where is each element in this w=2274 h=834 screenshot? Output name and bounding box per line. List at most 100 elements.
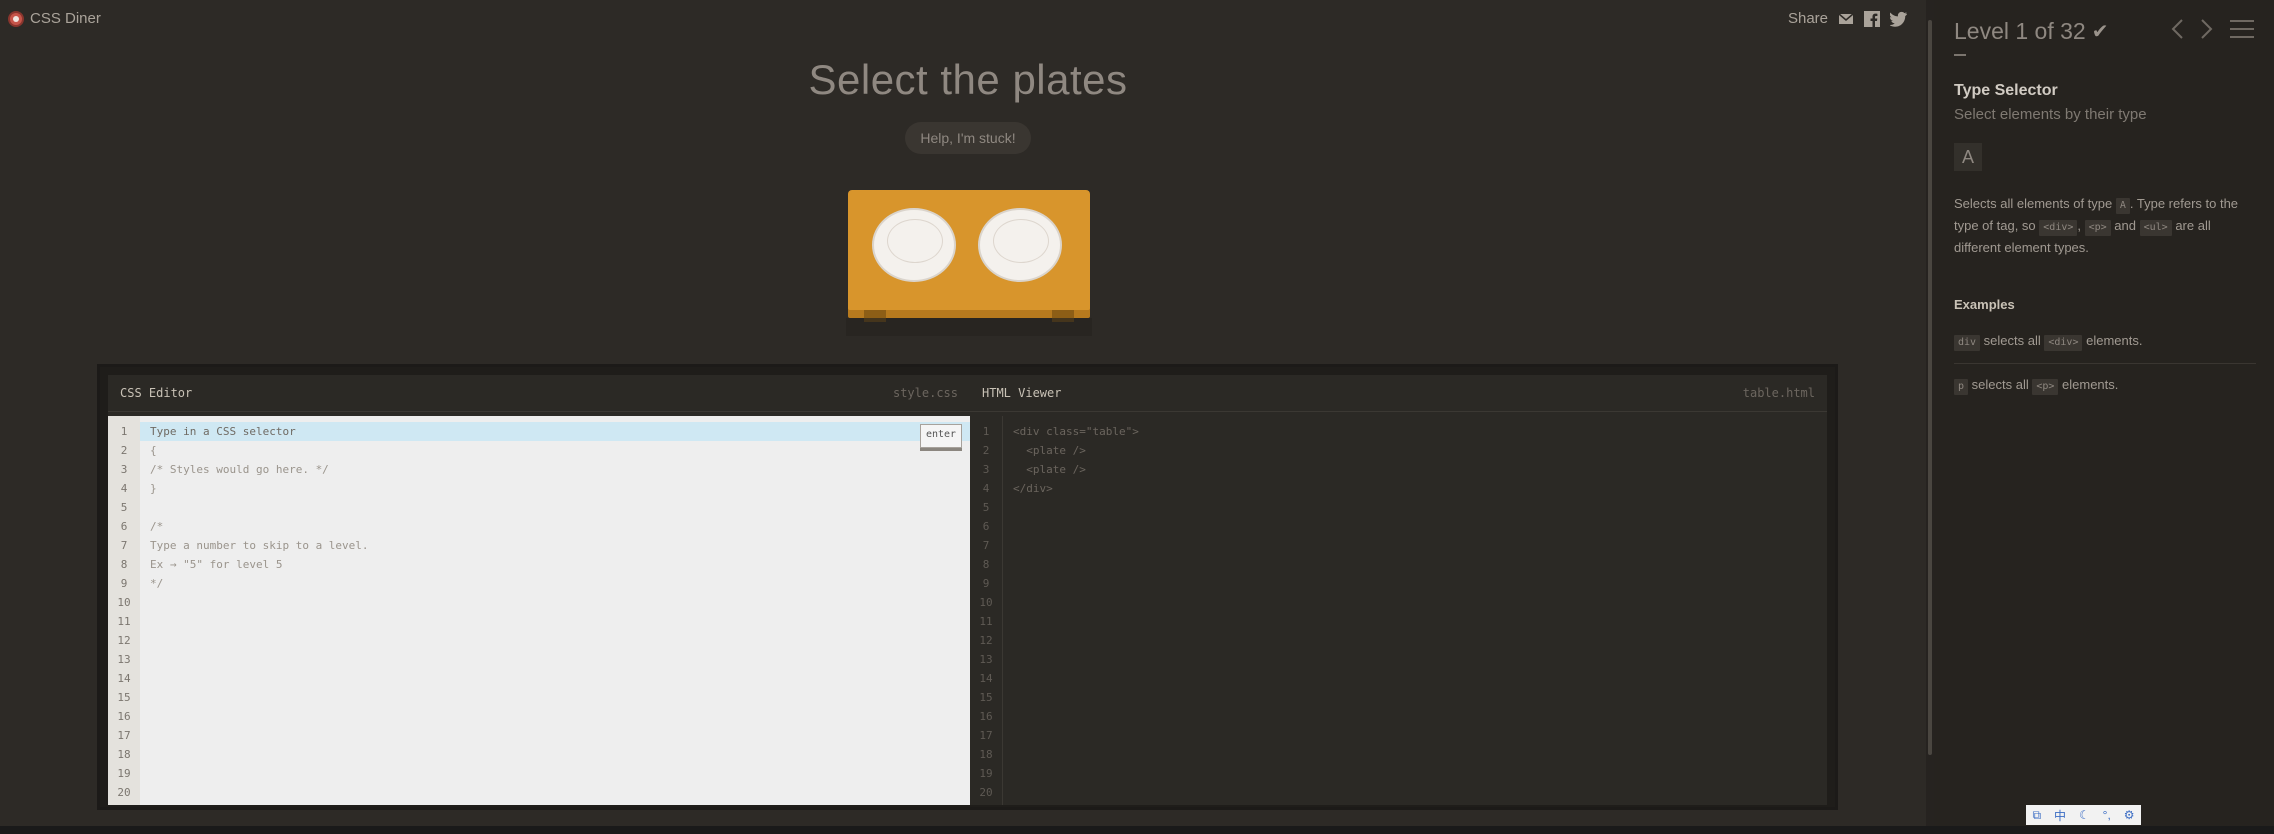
desc-tag: <div> [2039, 220, 2078, 236]
line-number: 13 [117, 653, 131, 666]
example-tag: <div> [2044, 335, 2083, 351]
level-instruction: Select the plates [808, 56, 1128, 103]
line-number: 4 [982, 482, 990, 495]
table-shadow [846, 318, 1092, 336]
line-number: 20 [117, 786, 131, 799]
twitter-icon[interactable] [1889, 11, 1907, 27]
code-line: { [150, 444, 157, 457]
line-number: 5 [982, 501, 990, 514]
css-line-numbers: 1 2 3 4 5 6 7 8 9 10 11 12 13 14 15 16 17 18 19 20 [108, 416, 140, 805]
code-line[interactable]: Type in a CSS selector [140, 422, 970, 441]
enter-button[interactable]: enter [920, 424, 962, 448]
line-number: 7 [982, 539, 990, 552]
example-text: elements. [2058, 377, 2119, 392]
line-number: 3 [982, 463, 990, 476]
next-level-icon[interactable] [2200, 18, 2214, 47]
css-code: Type in a CSS selector { /* Styles would g… [140, 416, 970, 805]
line-number: 19 [979, 767, 993, 780]
line-number: 15 [979, 691, 993, 704]
line-number: 1 [982, 425, 990, 438]
line-number: 14 [117, 672, 131, 685]
level-label: Level 1 of 32 [1954, 18, 2086, 44]
example-code: div [1954, 335, 1981, 351]
ime-item[interactable]: ☾ [2079, 808, 2090, 822]
line-number: 10 [979, 596, 993, 609]
example-tag: <p> [2032, 379, 2059, 395]
css-editor-title: CSS Editor [120, 386, 193, 400]
ime-item[interactable]: ⚙ [2124, 808, 2135, 822]
selector-name: Type Selector [1954, 82, 2058, 99]
facebook-icon[interactable] [1864, 10, 1880, 27]
line-number: 5 [120, 501, 128, 514]
code-line: <plate /> [1013, 463, 1086, 476]
html-viewer: HTML Viewer table.html 1 2 3 4 5 6 7 8 9 10 11 12 13… [970, 375, 1827, 805]
line-number: 19 [117, 767, 131, 780]
game-area: CSS Diner Share Select the plates Help, … [0, 0, 1926, 826]
desc-text: and [2110, 218, 2140, 233]
page-scrollbar[interactable] [1926, 0, 1934, 826]
html-line-numbers: 1 2 3 4 5 6 7 8 9 10 11 12 13 14 15 16 17 18 19 20 [970, 416, 1003, 805]
desc-tag: A [2115, 198, 2130, 214]
example-text: elements. [2082, 333, 2143, 348]
plate[interactable] [978, 208, 1062, 282]
code-line: <plate /> [1013, 444, 1086, 457]
level-nav [2170, 18, 2254, 47]
level-menu-icon[interactable] [2230, 18, 2254, 47]
ime-item[interactable]: 中 [2054, 807, 2066, 824]
line-number: 3 [120, 463, 128, 476]
html-code-lines: <div class="table"> <plate /> <plate /> <… [1003, 416, 1827, 802]
code-line: /* Styles would go here. */ [150, 463, 329, 476]
line-number: 1 [120, 425, 128, 438]
example-text: selects all [1980, 333, 2045, 348]
app-logo[interactable]: CSS Diner [8, 10, 101, 27]
html-code-area: 1 2 3 4 5 6 7 8 9 10 11 12 13 14 15 16 17 18 19 20 <div cla… [970, 416, 1827, 805]
selector-subtitle: Select elements by their type [1954, 106, 2147, 123]
share-bar: Share [1788, 10, 1907, 27]
line-number: 20 [979, 786, 993, 799]
ime-item[interactable]: °, [2103, 808, 2111, 822]
line-number: 10 [117, 596, 131, 609]
line-number: 8 [982, 558, 990, 571]
check-icon: ✔ [2091, 21, 2109, 43]
line-number: 12 [979, 634, 993, 647]
example-item: p selects all <p> elements. [1954, 377, 2256, 395]
plate[interactable] [872, 208, 956, 282]
line-number: 17 [979, 729, 993, 742]
ime-item[interactable]: ⧉ [2032, 808, 2041, 823]
previous-level-icon[interactable] [2170, 18, 2184, 47]
mail-icon[interactable] [1838, 11, 1854, 27]
css-code-lines: Type in a CSS selector { /* Styles would g… [140, 416, 970, 802]
line-number: 2 [120, 444, 128, 457]
code-line: } [150, 482, 157, 495]
code-line: </div> [1013, 482, 1053, 495]
example-text: selects all [1968, 377, 2033, 392]
html-viewer-title: HTML Viewer [982, 386, 1062, 400]
ime-toolbar: ⧉ 中 ☾ °, ⚙ [2026, 805, 2141, 825]
code-line: /* [150, 520, 164, 533]
level-header[interactable]: Level 1 of 32 ✔ [1954, 18, 2108, 45]
line-number: 18 [979, 748, 993, 761]
code-line: */ [150, 577, 164, 590]
selector-syntax: A [1954, 143, 1982, 171]
example-code: p [1954, 379, 1969, 395]
level-sidebar: Level 1 of 32 ✔ Type Selector Select ele… [1934, 0, 2274, 826]
help-button[interactable]: Help, I'm stuck! [905, 122, 1031, 154]
scrollbar-thumb[interactable] [1928, 20, 1932, 755]
code-line: Ex → "5" for level 5 [150, 558, 283, 571]
